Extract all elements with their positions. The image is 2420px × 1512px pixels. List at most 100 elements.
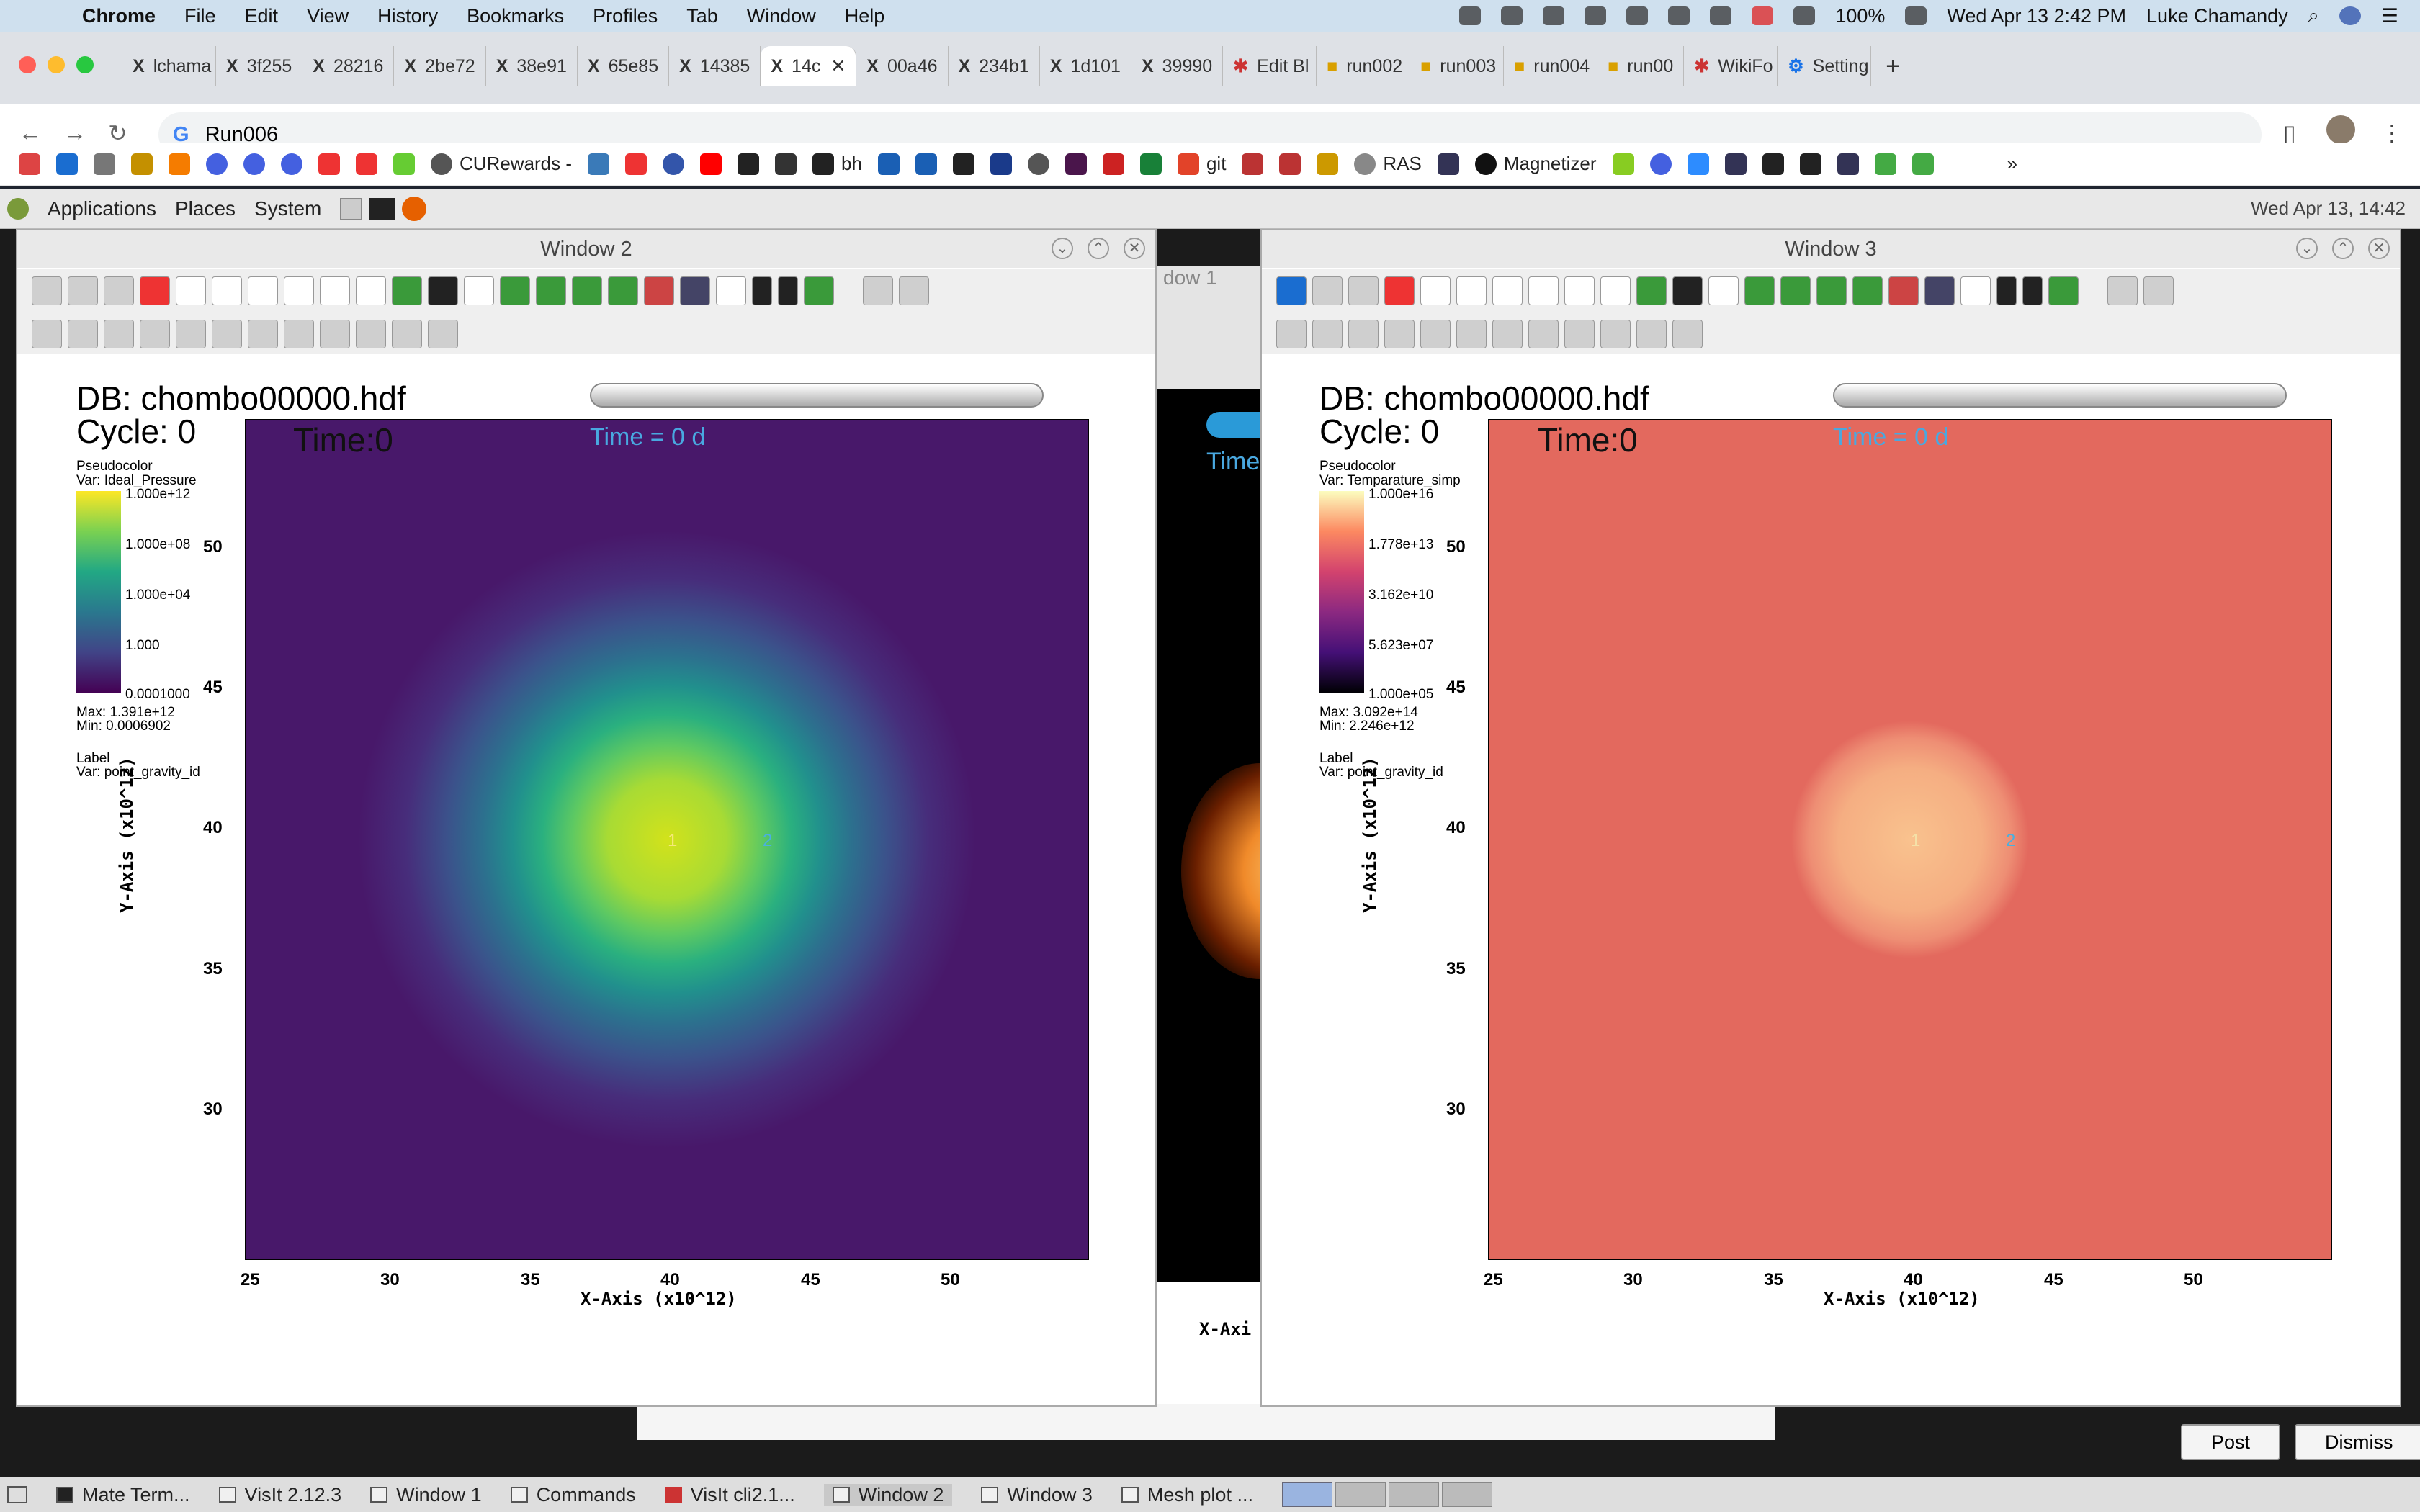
status-icon[interactable] [1501,6,1523,25]
terminal-icon[interactable] [369,197,395,220]
bookmark[interactable] [1762,153,1784,175]
bookmark[interactable] [169,153,190,175]
menu-edit[interactable]: Edit [245,5,279,27]
axis-tool-icon[interactable] [428,320,458,348]
box-tool-icon[interactable] [1600,320,1631,348]
bookmark[interactable] [1027,153,1049,175]
prev-frame-icon[interactable] [1996,276,2017,305]
task-mate-terminal[interactable]: Mate Term... [56,1484,190,1506]
navigate-icon[interactable] [1276,320,1307,348]
plane-tool-icon[interactable] [320,320,350,348]
tab[interactable]: X 14385 [669,46,761,86]
bookmark[interactable] [877,153,900,175]
workspace-switcher[interactable] [1281,1482,1492,1507]
tab[interactable]: ■ run004 [1504,46,1598,86]
reverse-play-icon[interactable] [2022,276,2043,305]
flag-icon[interactable] [1752,6,1774,25]
bookmark[interactable] [1799,153,1821,175]
layout-16-icon[interactable] [356,276,386,305]
siri-icon[interactable] [2339,6,2361,25]
bookmark-magnetizer[interactable]: Magnetizer [1474,153,1597,175]
menubar-datetime[interactable]: Wed Apr 13 2:42 PM [1947,5,2126,27]
tab[interactable]: X 38e91 [486,46,578,86]
control-center-icon[interactable]: ☰ [2381,5,2398,27]
close-icon[interactable]: ✕ [1124,238,1145,259]
recenter-icon[interactable] [680,276,710,305]
mate-logo-icon[interactable] [7,197,29,220]
battery-icon[interactable] [1905,6,1927,25]
wizard-icon[interactable] [899,276,929,305]
panel-places[interactable]: Places [175,197,236,220]
bookmark[interactable] [1724,153,1747,175]
sphere-tool-icon[interactable] [392,320,422,348]
zone-pick-icon[interactable] [104,320,134,348]
task-visit-cli[interactable]: VisIt cli2.1... [664,1484,795,1506]
bookmark[interactable] [281,153,302,175]
bookmark[interactable] [206,153,228,175]
tab[interactable]: ✱ WikiFo [1684,46,1778,86]
node-pick-icon[interactable] [1384,320,1415,348]
clone-window-icon[interactable] [1312,276,1343,305]
camera-icon[interactable] [1780,276,1811,305]
delete-window-icon[interactable] [140,276,170,305]
bookmark[interactable] [1874,153,1896,175]
window-3-plot-area[interactable]: DB: chombo00000.hdf Cycle: 0 Pseudocolor… [1262,354,2400,1405]
bookmark-gmail[interactable] [19,153,40,175]
layout-8-icon[interactable] [284,276,314,305]
task-commands[interactable]: Commands [510,1484,636,1506]
panel-clock[interactable]: Wed Apr 13, 14:42 [2251,197,2406,220]
bookmark-outlook[interactable] [56,153,78,175]
menubar-user[interactable]: Luke Chamandy [2146,5,2288,27]
bookmark[interactable] [1612,153,1634,175]
more-bookmarks-icon[interactable]: » [2007,153,2017,175]
layout-1-icon[interactable] [1420,276,1451,305]
layout-9-icon[interactable] [320,276,350,305]
tab[interactable]: ■ run002 [1317,46,1411,86]
pseudocolor-field[interactable]: 1 2 [1488,419,2332,1260]
plane-tool-icon[interactable] [1564,320,1595,348]
menu-file[interactable]: File [184,5,216,27]
new-tab-button[interactable]: + [1886,46,1900,89]
post-button[interactable]: Post [2181,1424,2281,1460]
zone-pick-icon[interactable] [1348,320,1379,348]
menu-app[interactable]: Chrome [82,5,156,27]
window-1-title[interactable]: dow 1 [1156,266,1271,302]
volume-icon[interactable] [1793,6,1816,25]
maximize-icon[interactable]: ⌃ [1088,238,1109,259]
zoom-window-icon[interactable] [76,56,94,73]
star-icon[interactable] [1102,153,1124,175]
bluetooth-icon[interactable] [1668,6,1690,25]
bookmark[interactable] [393,153,415,175]
bookmark-ras[interactable]: RAS [1354,153,1422,175]
wizard-icon[interactable] [2143,276,2174,305]
delete-window-icon[interactable] [1384,276,1415,305]
lock-time-icon[interactable] [428,276,458,305]
time-slider[interactable] [1833,383,2287,408]
text-editor-icon[interactable] [340,197,362,220]
show-desktop-icon[interactable] [7,1486,27,1503]
bookmark[interactable] [1687,153,1709,175]
panel-system[interactable]: System [254,197,321,220]
firefox-icon[interactable] [402,196,427,221]
youtube-icon[interactable] [700,153,722,175]
bookmark[interactable] [1437,153,1459,175]
menu-view[interactable]: View [307,5,349,27]
menu-bookmarks[interactable]: Bookmarks [467,5,564,27]
bookmark[interactable] [1317,153,1339,175]
tab[interactable]: X 00a46 [856,46,949,86]
bookmark[interactable] [1279,153,1301,175]
window-3-titlebar[interactable]: Window 3 ⌄ ⌃ ✕ [1262,230,2400,268]
navigate-icon[interactable] [32,320,62,348]
camera-icon[interactable] [536,276,566,305]
reverse-play-icon[interactable] [778,276,798,305]
status-icon[interactable] [1585,6,1607,25]
stop-icon[interactable] [804,276,834,305]
menu-profiles[interactable]: Profiles [593,5,658,27]
menu-history[interactable]: History [377,5,438,27]
tab-active[interactable]: X 14c ✕ [761,46,857,86]
time-machine-icon[interactable] [1626,6,1649,25]
camera-icon[interactable] [1852,276,1883,305]
spreadsheet-pick-icon[interactable] [176,320,206,348]
panel-applications[interactable]: Applications [48,197,156,220]
maximize-icon[interactable]: ⌃ [2332,238,2354,259]
